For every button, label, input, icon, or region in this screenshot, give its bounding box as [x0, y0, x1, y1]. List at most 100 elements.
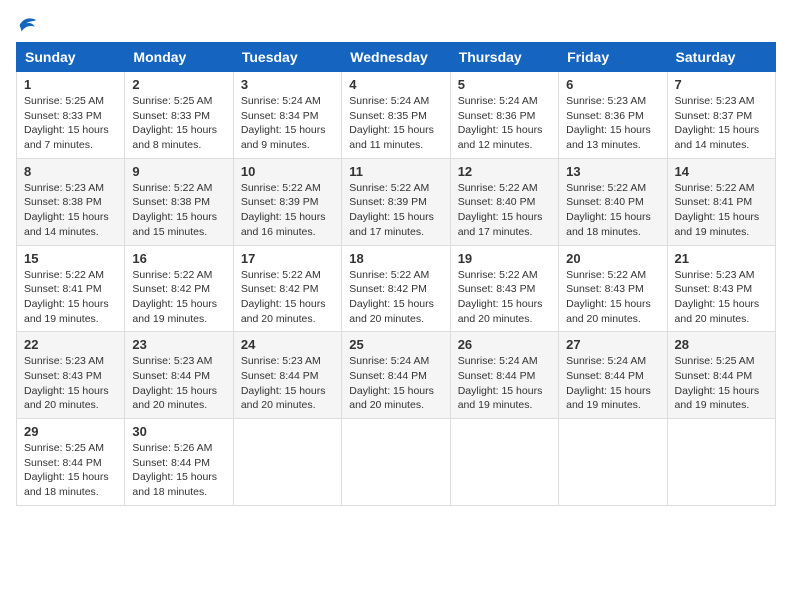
- day-number: 15: [24, 251, 117, 266]
- calendar-cell: 18 Sunrise: 5:22 AM Sunset: 8:42 PM Dayl…: [342, 245, 450, 332]
- day-info: Sunrise: 5:25 AM Sunset: 8:33 PM Dayligh…: [24, 94, 117, 153]
- day-info: Sunrise: 5:22 AM Sunset: 8:43 PM Dayligh…: [566, 268, 659, 327]
- calendar-cell: 20 Sunrise: 5:22 AM Sunset: 8:43 PM Dayl…: [559, 245, 667, 332]
- day-number: 29: [24, 424, 117, 439]
- calendar-header-monday: Monday: [125, 43, 233, 72]
- day-info: Sunrise: 5:26 AM Sunset: 8:44 PM Dayligh…: [132, 441, 225, 500]
- calendar-cell: 23 Sunrise: 5:23 AM Sunset: 8:44 PM Dayl…: [125, 332, 233, 419]
- day-number: 5: [458, 77, 551, 92]
- day-number: 22: [24, 337, 117, 352]
- calendar-week-row: 22 Sunrise: 5:23 AM Sunset: 8:43 PM Dayl…: [17, 332, 776, 419]
- day-info: Sunrise: 5:22 AM Sunset: 8:40 PM Dayligh…: [566, 181, 659, 240]
- day-number: 9: [132, 164, 225, 179]
- day-info: Sunrise: 5:22 AM Sunset: 8:43 PM Dayligh…: [458, 268, 551, 327]
- day-info: Sunrise: 5:23 AM Sunset: 8:43 PM Dayligh…: [675, 268, 768, 327]
- calendar-header-row: SundayMondayTuesdayWednesdayThursdayFrid…: [17, 43, 776, 72]
- calendar-cell: 3 Sunrise: 5:24 AM Sunset: 8:34 PM Dayli…: [233, 72, 341, 159]
- calendar-week-row: 15 Sunrise: 5:22 AM Sunset: 8:41 PM Dayl…: [17, 245, 776, 332]
- calendar-week-row: 29 Sunrise: 5:25 AM Sunset: 8:44 PM Dayl…: [17, 419, 776, 506]
- day-info: Sunrise: 5:23 AM Sunset: 8:36 PM Dayligh…: [566, 94, 659, 153]
- day-number: 19: [458, 251, 551, 266]
- day-number: 24: [241, 337, 334, 352]
- day-info: Sunrise: 5:22 AM Sunset: 8:42 PM Dayligh…: [241, 268, 334, 327]
- calendar-week-row: 1 Sunrise: 5:25 AM Sunset: 8:33 PM Dayli…: [17, 72, 776, 159]
- day-number: 26: [458, 337, 551, 352]
- day-info: Sunrise: 5:24 AM Sunset: 8:36 PM Dayligh…: [458, 94, 551, 153]
- calendar-header-thursday: Thursday: [450, 43, 558, 72]
- calendar-cell: 1 Sunrise: 5:25 AM Sunset: 8:33 PM Dayli…: [17, 72, 125, 159]
- calendar-header-friday: Friday: [559, 43, 667, 72]
- day-info: Sunrise: 5:24 AM Sunset: 8:35 PM Dayligh…: [349, 94, 442, 153]
- day-number: 18: [349, 251, 442, 266]
- calendar-cell: 25 Sunrise: 5:24 AM Sunset: 8:44 PM Dayl…: [342, 332, 450, 419]
- day-number: 20: [566, 251, 659, 266]
- day-info: Sunrise: 5:25 AM Sunset: 8:44 PM Dayligh…: [675, 354, 768, 413]
- day-info: Sunrise: 5:25 AM Sunset: 8:33 PM Dayligh…: [132, 94, 225, 153]
- day-info: Sunrise: 5:23 AM Sunset: 8:43 PM Dayligh…: [24, 354, 117, 413]
- day-info: Sunrise: 5:22 AM Sunset: 8:40 PM Dayligh…: [458, 181, 551, 240]
- calendar-cell: [450, 419, 558, 506]
- calendar-cell: 5 Sunrise: 5:24 AM Sunset: 8:36 PM Dayli…: [450, 72, 558, 159]
- day-number: 6: [566, 77, 659, 92]
- calendar-cell: 22 Sunrise: 5:23 AM Sunset: 8:43 PM Dayl…: [17, 332, 125, 419]
- day-number: 7: [675, 77, 768, 92]
- day-number: 16: [132, 251, 225, 266]
- calendar-cell: 9 Sunrise: 5:22 AM Sunset: 8:38 PM Dayli…: [125, 158, 233, 245]
- calendar-cell: 11 Sunrise: 5:22 AM Sunset: 8:39 PM Dayl…: [342, 158, 450, 245]
- calendar-cell: [342, 419, 450, 506]
- day-number: 11: [349, 164, 442, 179]
- day-number: 1: [24, 77, 117, 92]
- calendar-cell: 28 Sunrise: 5:25 AM Sunset: 8:44 PM Dayl…: [667, 332, 775, 419]
- day-number: 8: [24, 164, 117, 179]
- day-number: 12: [458, 164, 551, 179]
- calendar-cell: 21 Sunrise: 5:23 AM Sunset: 8:43 PM Dayl…: [667, 245, 775, 332]
- day-number: 23: [132, 337, 225, 352]
- logo-bird-icon: [18, 16, 38, 34]
- calendar-cell: 7 Sunrise: 5:23 AM Sunset: 8:37 PM Dayli…: [667, 72, 775, 159]
- day-info: Sunrise: 5:23 AM Sunset: 8:38 PM Dayligh…: [24, 181, 117, 240]
- calendar-cell: 17 Sunrise: 5:22 AM Sunset: 8:42 PM Dayl…: [233, 245, 341, 332]
- day-number: 2: [132, 77, 225, 92]
- day-info: Sunrise: 5:22 AM Sunset: 8:41 PM Dayligh…: [24, 268, 117, 327]
- calendar-week-row: 8 Sunrise: 5:23 AM Sunset: 8:38 PM Dayli…: [17, 158, 776, 245]
- calendar-cell: 14 Sunrise: 5:22 AM Sunset: 8:41 PM Dayl…: [667, 158, 775, 245]
- calendar-cell: 30 Sunrise: 5:26 AM Sunset: 8:44 PM Dayl…: [125, 419, 233, 506]
- page-header: [16, 16, 776, 30]
- day-number: 10: [241, 164, 334, 179]
- day-info: Sunrise: 5:23 AM Sunset: 8:37 PM Dayligh…: [675, 94, 768, 153]
- day-number: 27: [566, 337, 659, 352]
- calendar-header-tuesday: Tuesday: [233, 43, 341, 72]
- calendar-cell: 26 Sunrise: 5:24 AM Sunset: 8:44 PM Dayl…: [450, 332, 558, 419]
- day-number: 28: [675, 337, 768, 352]
- day-info: Sunrise: 5:22 AM Sunset: 8:38 PM Dayligh…: [132, 181, 225, 240]
- day-number: 17: [241, 251, 334, 266]
- logo: [16, 16, 38, 30]
- calendar-cell: 29 Sunrise: 5:25 AM Sunset: 8:44 PM Dayl…: [17, 419, 125, 506]
- calendar-cell: 24 Sunrise: 5:23 AM Sunset: 8:44 PM Dayl…: [233, 332, 341, 419]
- day-info: Sunrise: 5:22 AM Sunset: 8:39 PM Dayligh…: [241, 181, 334, 240]
- calendar-cell: 2 Sunrise: 5:25 AM Sunset: 8:33 PM Dayli…: [125, 72, 233, 159]
- calendar-cell: [559, 419, 667, 506]
- day-number: 25: [349, 337, 442, 352]
- calendar-header-wednesday: Wednesday: [342, 43, 450, 72]
- calendar-cell: [233, 419, 341, 506]
- calendar-cell: 27 Sunrise: 5:24 AM Sunset: 8:44 PM Dayl…: [559, 332, 667, 419]
- calendar-cell: 12 Sunrise: 5:22 AM Sunset: 8:40 PM Dayl…: [450, 158, 558, 245]
- day-info: Sunrise: 5:24 AM Sunset: 8:44 PM Dayligh…: [566, 354, 659, 413]
- calendar-cell: 8 Sunrise: 5:23 AM Sunset: 8:38 PM Dayli…: [17, 158, 125, 245]
- day-info: Sunrise: 5:22 AM Sunset: 8:42 PM Dayligh…: [132, 268, 225, 327]
- day-info: Sunrise: 5:22 AM Sunset: 8:39 PM Dayligh…: [349, 181, 442, 240]
- day-number: 3: [241, 77, 334, 92]
- day-info: Sunrise: 5:24 AM Sunset: 8:44 PM Dayligh…: [458, 354, 551, 413]
- calendar-cell: 6 Sunrise: 5:23 AM Sunset: 8:36 PM Dayli…: [559, 72, 667, 159]
- day-number: 14: [675, 164, 768, 179]
- calendar-cell: 10 Sunrise: 5:22 AM Sunset: 8:39 PM Dayl…: [233, 158, 341, 245]
- calendar-header-saturday: Saturday: [667, 43, 775, 72]
- calendar-cell: [667, 419, 775, 506]
- day-info: Sunrise: 5:23 AM Sunset: 8:44 PM Dayligh…: [132, 354, 225, 413]
- day-info: Sunrise: 5:22 AM Sunset: 8:42 PM Dayligh…: [349, 268, 442, 327]
- day-number: 4: [349, 77, 442, 92]
- calendar-cell: 16 Sunrise: 5:22 AM Sunset: 8:42 PM Dayl…: [125, 245, 233, 332]
- calendar-header-sunday: Sunday: [17, 43, 125, 72]
- calendar-cell: 13 Sunrise: 5:22 AM Sunset: 8:40 PM Dayl…: [559, 158, 667, 245]
